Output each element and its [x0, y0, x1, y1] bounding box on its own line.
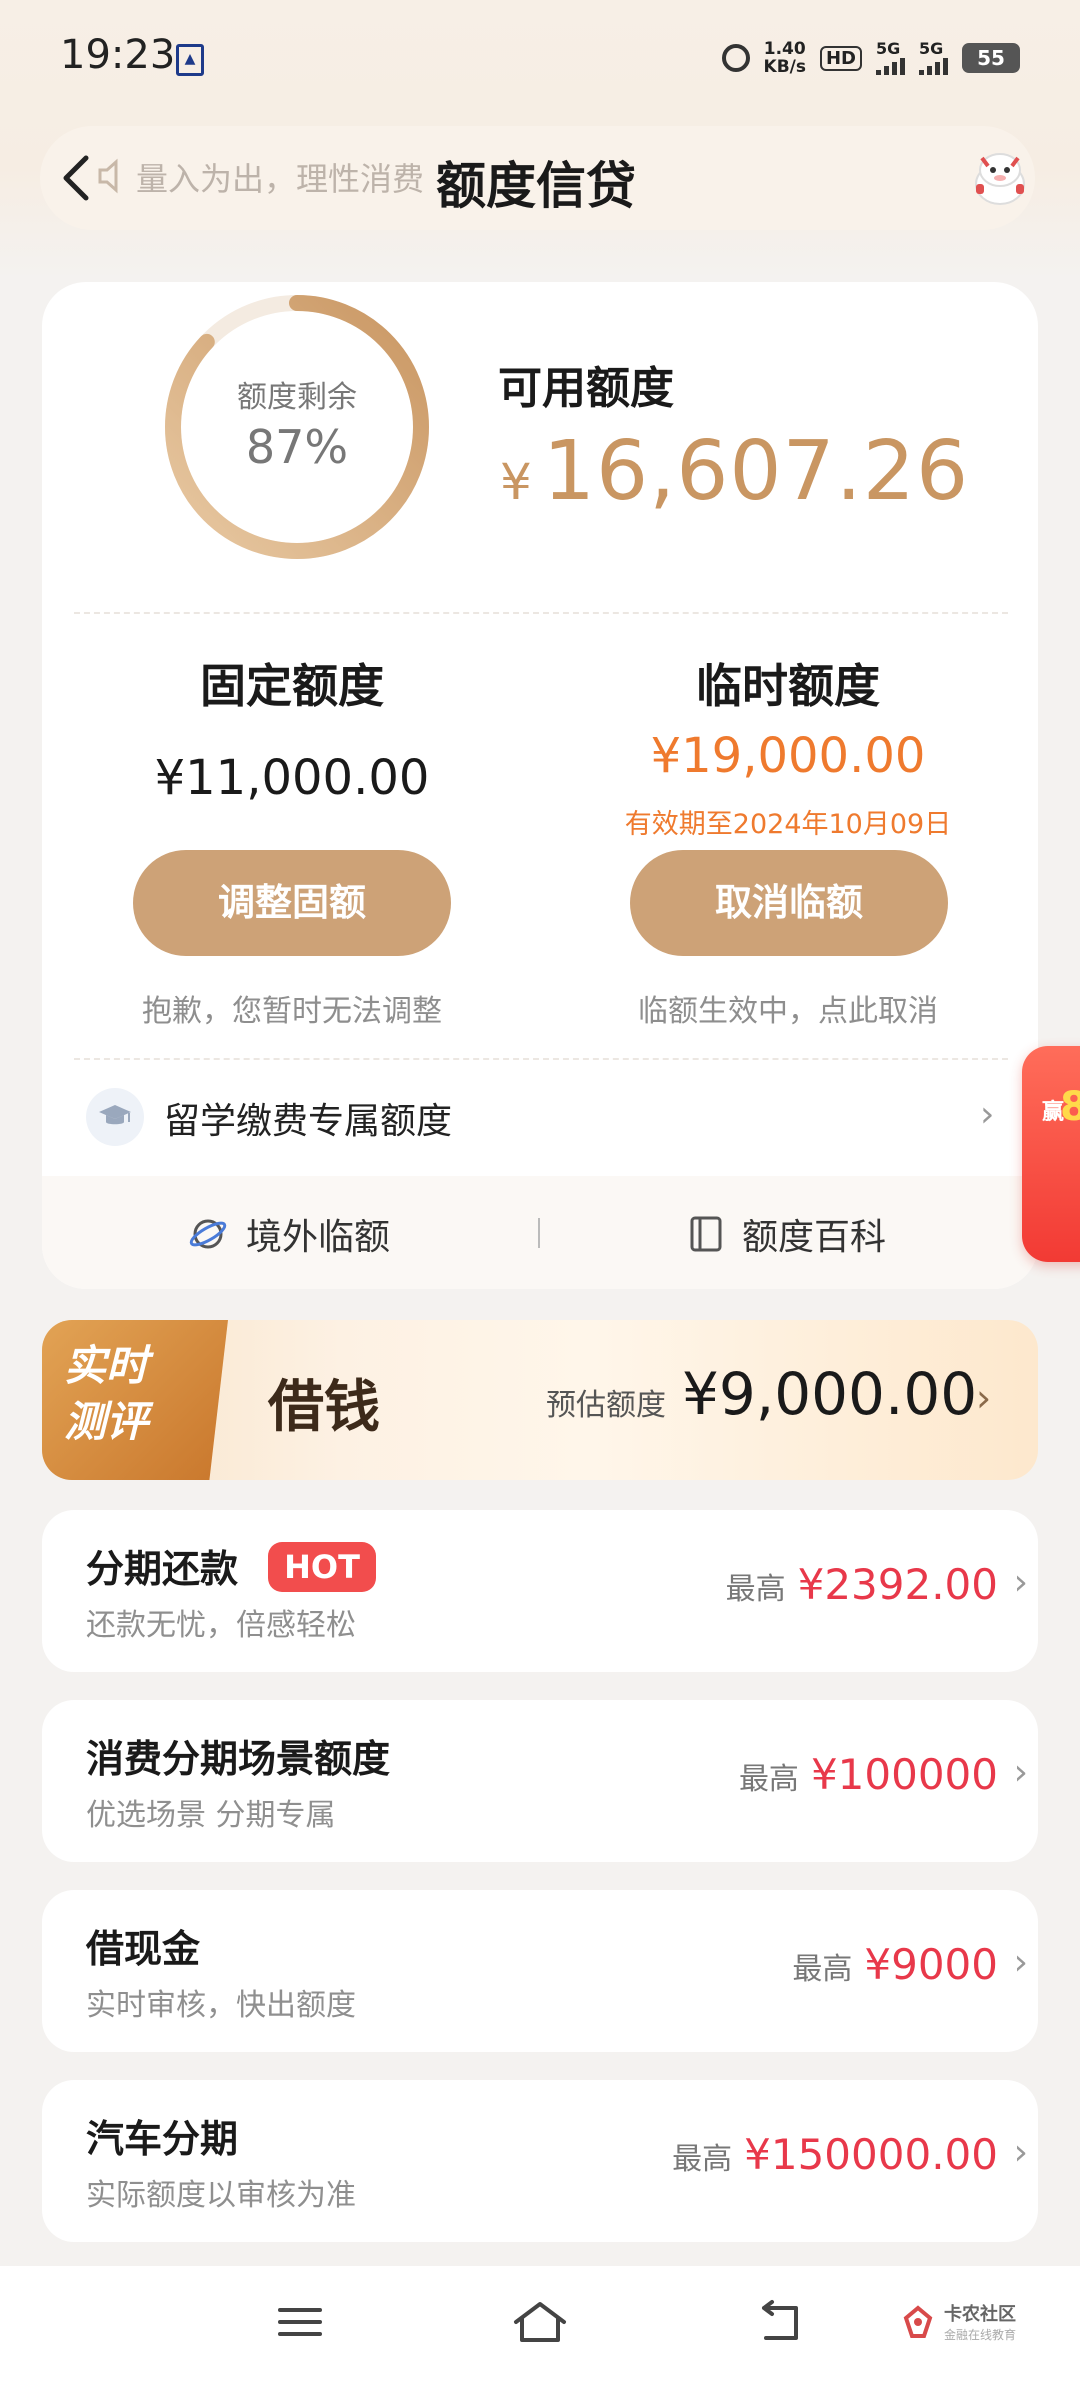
estimate-label: 预估额度: [546, 1388, 666, 1423]
overseas-temp-quota-link[interactable]: 境外临额: [188, 1208, 390, 1260]
status-indicators: 1.40 KB/s HD 5G 5G 55: [721, 36, 1020, 80]
side-promo-badge[interactable]: [1022, 1046, 1080, 1262]
temp-quota-validity: 有效期至2024年10月09日: [624, 809, 952, 840]
status-time: 19:23: [60, 32, 176, 78]
network-speed: 1.40 KB/s: [763, 39, 806, 77]
temp-quota-heading: 临时额度: [696, 659, 880, 713]
book-icon: [690, 1216, 722, 1252]
divider: [538, 1218, 540, 1248]
page-title: 额度信贷: [436, 157, 636, 215]
product-max-amount: 最高 ¥150000.00: [672, 2130, 998, 2179]
product-max-amount: 最高 ¥2392.00: [725, 1560, 998, 1609]
chevron-left-icon: [63, 155, 89, 201]
fixed-quota-note: 抱歉，您暂时无法调整: [142, 994, 442, 1029]
side-promo-number: 8: [1060, 1084, 1080, 1130]
signal-sim2: 5G: [919, 41, 948, 75]
temp-quota-amount: ¥19,000.00: [650, 728, 926, 784]
menu-icon[interactable]: [270, 2292, 330, 2352]
home-icon[interactable]: [510, 2292, 570, 2352]
fixed-quota-heading: 固定额度: [200, 659, 384, 713]
graduation-cap-icon: [86, 1088, 144, 1146]
signal-sim1: 5G: [876, 41, 905, 75]
product-subtitle: 还款无忧，倍感轻松: [86, 1608, 356, 1643]
ring-label: 额度剩余: [237, 380, 357, 415]
chevron-right-icon: ›: [980, 1094, 995, 1135]
notification-icon: ▲: [176, 44, 204, 76]
product-subtitle: 实时审核，快出额度: [86, 1988, 356, 2023]
fixed-quota-amount: ¥11,000.00: [154, 750, 430, 806]
product-subtitle: 优选场景 分期专属: [86, 1798, 336, 1833]
watermark: 卡农社区 金融在线教育: [900, 2300, 1016, 2343]
product-title: 分期还款: [86, 1547, 239, 1591]
divider: [74, 1058, 1008, 1060]
temp-quota-note[interactable]: 临额生效中，点此取消: [588, 986, 988, 1030]
battery-icon: 55: [962, 43, 1020, 73]
product-max-amount: 最高 ¥9000: [792, 1940, 998, 1989]
hot-badge: HOT: [268, 1542, 376, 1592]
slogan-marquee: 量入为出，理性消费: [136, 160, 425, 198]
loan-banner-title: 借钱: [268, 1374, 380, 1440]
product-title: 借现金: [86, 1927, 201, 1971]
hd-badge: HD: [819, 45, 862, 71]
study-abroad-quota-link[interactable]: 留学缴费专属额度: [164, 1092, 452, 1144]
available-quota-label: 可用额度: [498, 363, 674, 414]
speaker-icon: [96, 156, 126, 196]
chevron-right-icon: ›: [1013, 1752, 1028, 1793]
divider: [74, 612, 1008, 614]
chevron-right-icon: ›: [1013, 1562, 1028, 1603]
estimate-value: ¥9,000.00: [682, 1360, 978, 1428]
realtime-assessment-text: 实时 测评: [64, 1341, 149, 1446]
mascot-icon[interactable]: [968, 146, 1032, 210]
available-quota-amount: ¥16,607.26: [500, 424, 970, 519]
ring-percent: 87%: [245, 420, 349, 474]
quota-wiki-link[interactable]: 额度百科: [688, 1208, 886, 1260]
planet-icon: [189, 1219, 227, 1249]
chevron-right-icon: ›: [1013, 2132, 1028, 2173]
product-max-amount: 最高 ¥100000: [738, 1750, 998, 1799]
chevron-right-icon: ›: [1013, 1942, 1028, 1983]
product-title: 消费分期场景额度: [86, 1737, 391, 1781]
adjust-fixed-quota-button[interactable]: 调整固额: [133, 850, 451, 956]
watermark-logo-icon: [903, 2304, 933, 2338]
alarm-icon: [721, 44, 750, 72]
cancel-temp-quota-button[interactable]: 取消临额: [630, 850, 948, 956]
product-subtitle: 实际额度以审核为准: [86, 2178, 356, 2213]
back-icon[interactable]: [750, 2292, 810, 2352]
product-title: 汽车分期: [86, 2117, 239, 2161]
chevron-right-icon: ›: [976, 1376, 992, 1420]
